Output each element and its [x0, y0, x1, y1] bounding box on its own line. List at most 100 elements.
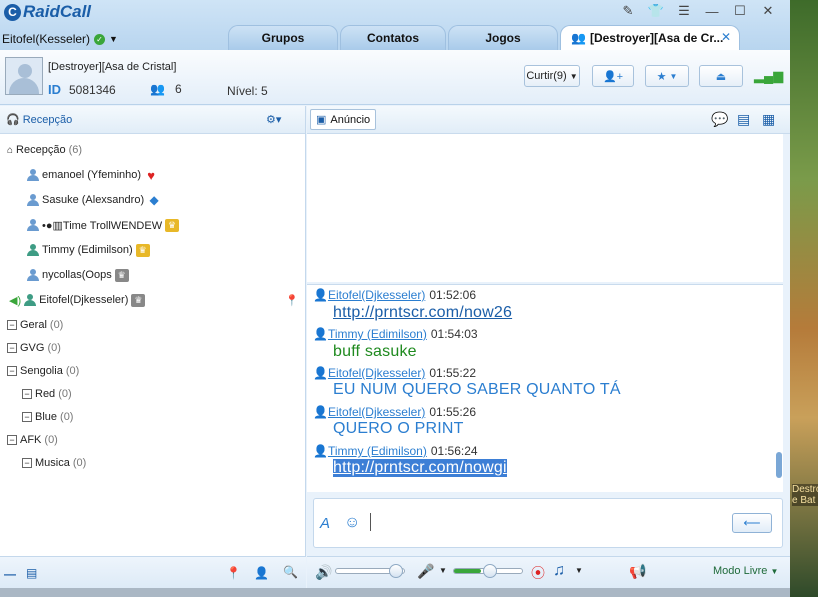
emoji-icon[interactable]: ☺ — [344, 514, 360, 532]
reception-icon: 🎧 — [6, 114, 20, 126]
close-button[interactable]: ✕ — [754, 2, 782, 20]
add-member-button[interactable]: 👤+ — [592, 65, 634, 87]
title-bar: C RaidCall ✎ 👕 ☰ — ☐ ✕ Eitofel(Kesseler) … — [0, 0, 790, 50]
background-game-window: Destroye Bat — [790, 0, 818, 597]
user-icon: 👤 — [313, 366, 328, 380]
collapse-all-icon[interactable]: — — [4, 567, 16, 581]
notes-icon[interactable]: ▤ — [737, 111, 750, 128]
speaker-icon: ◀) — [9, 294, 22, 307]
favorite-button[interactable]: ★ ▼ — [645, 65, 689, 87]
search-icon[interactable]: 🔍 — [283, 565, 298, 579]
message-input[interactable] — [370, 513, 371, 531]
voice-mode-dropdown[interactable]: Modo Livre ▼ — [713, 565, 778, 577]
user-item[interactable]: emanoel (Yfeminho) ♥ — [27, 165, 158, 185]
send-button[interactable]: ⟵ — [732, 513, 772, 533]
channel-blue[interactable]: − Blue (0) — [22, 407, 73, 427]
speaker-volume-knob[interactable] — [389, 564, 403, 578]
location-icon[interactable]: 📍 — [226, 566, 241, 580]
like-button[interactable]: Curtir(9) ▼ — [524, 65, 580, 87]
user-icon — [27, 243, 39, 257]
tab-room[interactable]: 👥 [Destroyer][Asa de Cr... ✕ — [560, 25, 740, 50]
microphone-icon[interactable]: 🎤 — [417, 563, 434, 580]
calendar-icon[interactable]: ▦ — [762, 111, 775, 128]
channel-gvg[interactable]: − GVG (0) — [7, 338, 61, 358]
diamond-badge-icon: ◆ — [149, 192, 159, 207]
tab-contatos[interactable]: Contatos — [340, 25, 446, 50]
contact-card-icon[interactable]: ▤ — [26, 566, 37, 580]
collapse-icon[interactable]: − — [22, 389, 32, 399]
user-item[interactable]: Timmy (Edimilson) ♛ — [27, 240, 150, 260]
channel-sengolia[interactable]: − Sengolia (0) — [7, 361, 79, 381]
os-taskbar — [0, 588, 790, 597]
channel-settings-icon[interactable]: ⚙▾ — [266, 113, 281, 126]
user-item-self[interactable]: ◀) Eitofel(Djkesseler) ♛ 📍 — [9, 290, 299, 310]
skin-icon[interactable]: 👕 — [642, 2, 670, 20]
heart-badge-icon: ♥ — [147, 167, 155, 183]
message-author[interactable]: Eitofel(Djkesseler) — [328, 405, 425, 419]
message-time: 01:54:03 — [430, 327, 478, 341]
channel-geral[interactable]: − Geral (0) — [7, 315, 63, 335]
collapse-icon[interactable]: − — [22, 458, 32, 468]
channel-musica[interactable]: − Musica (0) — [22, 453, 86, 473]
location-icon[interactable]: 📍 — [285, 294, 299, 307]
enter-icon: ⟵ — [743, 516, 761, 530]
user-icon[interactable]: 👤 — [254, 566, 269, 580]
tab-label: Grupos — [261, 31, 305, 45]
message-text[interactable]: http://prntscr.com/nowgi — [333, 459, 507, 477]
message-text: QUERO O PRINT — [333, 420, 464, 437]
crown-badge-icon: ♛ — [135, 243, 150, 257]
announcement-label: Anúncio — [330, 113, 371, 126]
message-author[interactable]: Timmy (Edimilson) — [328, 444, 427, 458]
collapse-icon[interactable]: − — [7, 320, 17, 330]
user-item[interactable]: Sasuke (Alexsandro) ◆ — [27, 190, 161, 210]
user-icon: 👤 — [313, 444, 328, 458]
tab-grupos[interactable]: Grupos — [228, 25, 338, 50]
channel-title: Recepção — [22, 113, 73, 126]
channel-recepcao[interactable]: ⌂ Recepção (6) — [7, 140, 82, 160]
user-icon — [27, 218, 39, 232]
members-count: 6 — [174, 82, 182, 96]
announcement-button[interactable]: ▣ Anúncio — [310, 109, 377, 130]
room-avatar[interactable] — [5, 57, 43, 95]
collapse-icon[interactable]: − — [7, 343, 17, 353]
user-status[interactable]: Eitofel(Kesseler) ✓ ▼ — [2, 32, 118, 46]
exit-room-button[interactable]: ⏏ — [699, 65, 743, 87]
message-text[interactable]: http://prntscr.com/now26 — [333, 304, 512, 322]
message-author[interactable]: Eitofel(Djkesseler) — [328, 366, 425, 380]
message-author[interactable]: Eitofel(Djkesseler) — [328, 288, 425, 302]
chat-history-icon[interactable]: 💬 — [711, 111, 728, 128]
speaker-volume-icon[interactable]: 🔊 — [315, 564, 332, 581]
chevron-down-icon[interactable]: ▼ — [439, 566, 447, 575]
menu-icon[interactable]: ☰ — [670, 2, 698, 20]
megaphone-icon[interactable]: 📢 — [629, 563, 646, 580]
collapse-icon[interactable]: − — [7, 366, 17, 376]
font-icon[interactable]: A — [320, 515, 330, 532]
music-icon[interactable]: ♫ — [553, 562, 565, 580]
add-user-icon: 👤+ — [602, 70, 624, 83]
close-tab-icon[interactable]: ✕ — [721, 30, 731, 44]
user-item[interactable]: •●▥Time TrollWENDEW ♛ — [27, 215, 180, 235]
star-icon: ★ — [656, 70, 667, 83]
collapse-icon[interactable]: − — [7, 435, 17, 445]
mic-volume-knob[interactable] — [483, 564, 497, 578]
crown-badge-icon: ♛ — [114, 268, 129, 282]
collapse-icon[interactable]: − — [22, 412, 32, 422]
crown-badge-icon: ♛ — [165, 218, 180, 232]
user-item[interactable]: nycollas(Oops ♛ — [27, 265, 129, 285]
message-time: 01:56:24 — [430, 444, 478, 458]
minimize-button[interactable]: — — [698, 2, 726, 20]
channel-afk[interactable]: − AFK (0) — [7, 430, 58, 450]
chat-scrollbar[interactable] — [776, 452, 782, 478]
tab-jogos[interactable]: Jogos — [448, 25, 558, 50]
message-author[interactable]: Timmy (Edimilson) — [328, 327, 427, 341]
edit-icon[interactable]: ✎ — [614, 2, 642, 20]
user-icon — [27, 193, 39, 207]
status-dropdown-icon[interactable]: ▼ — [109, 34, 118, 44]
channel-red[interactable]: − Red (0) — [22, 384, 72, 404]
message-input-area[interactable]: A ☺ — [313, 498, 783, 548]
room-header: [Destroyer][Asa de Cristal] ID 5081346 👥 6… — [0, 50, 790, 105]
room-id: ID 5081346 — [48, 82, 116, 97]
chevron-down-icon[interactable]: ▼ — [575, 566, 583, 575]
record-icon[interactable]: ⦿ — [531, 563, 545, 583]
maximize-button[interactable]: ☐ — [726, 2, 754, 20]
